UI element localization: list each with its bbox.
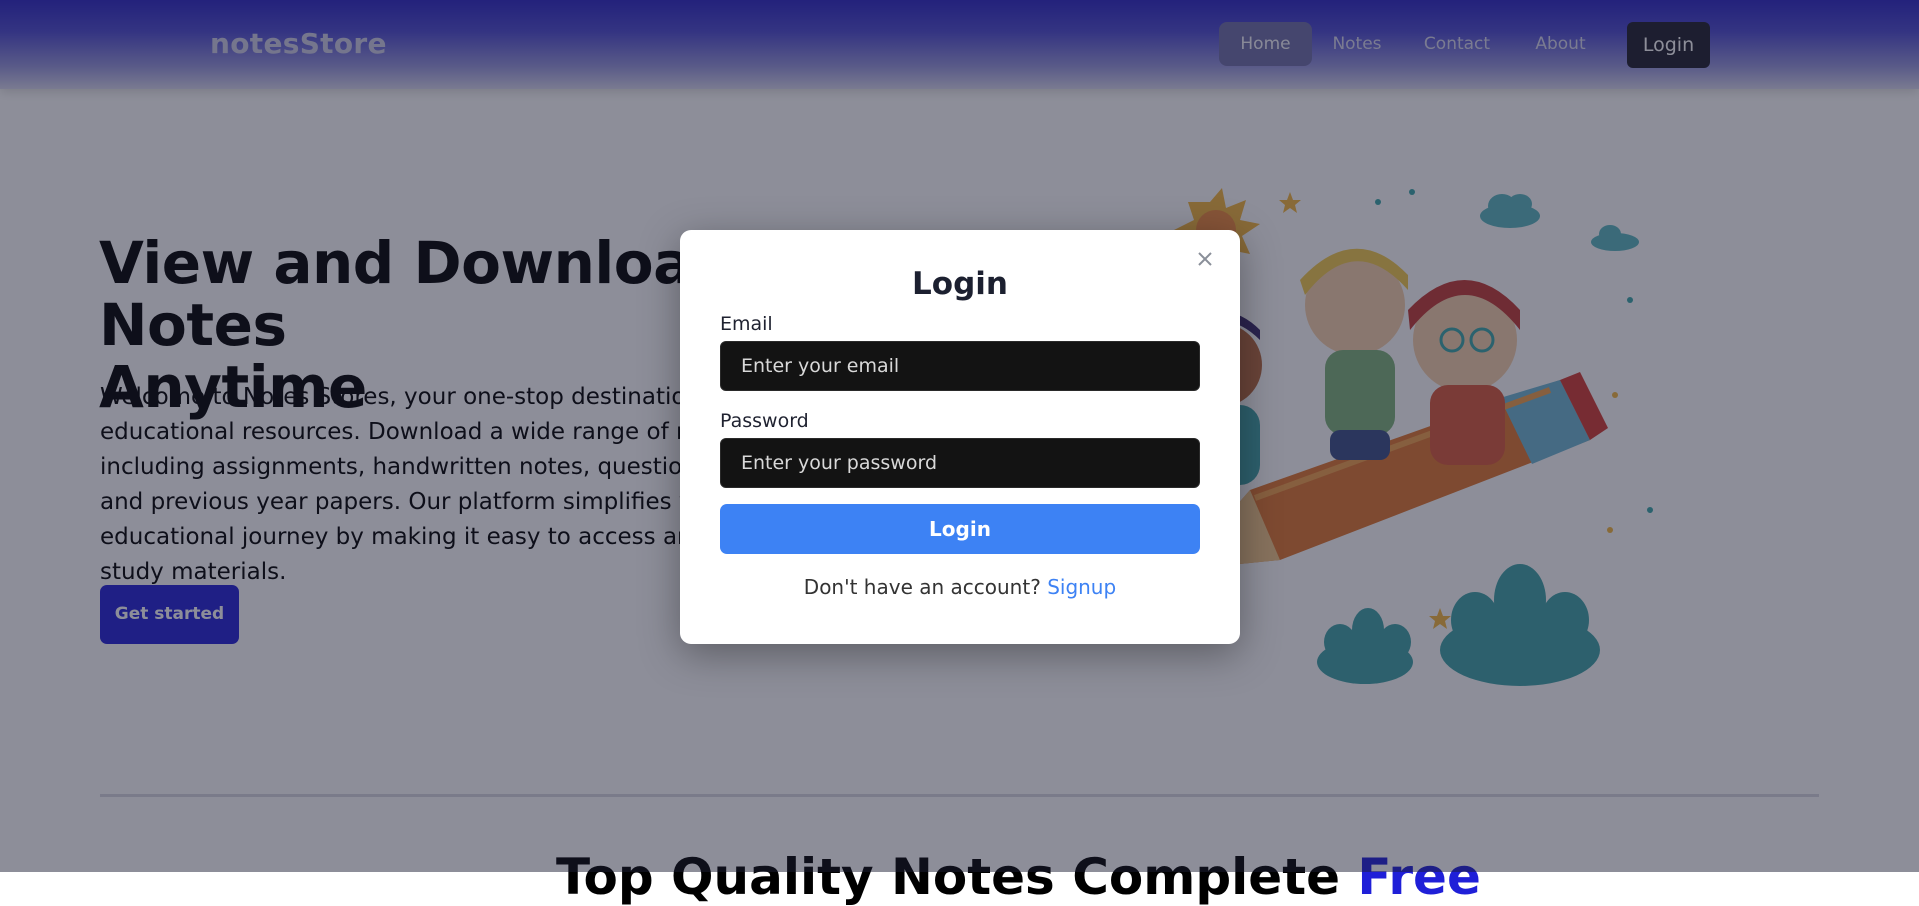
login-modal: Login Email Password Login Don't have an… xyxy=(680,230,1240,644)
password-label: Password xyxy=(720,410,809,432)
login-submit-button[interactable]: Login xyxy=(720,504,1200,554)
signup-link[interactable]: Signup xyxy=(1047,575,1116,599)
signup-row: Don't have an account? Signup xyxy=(680,575,1240,599)
signup-prompt: Don't have an account? xyxy=(803,575,1041,599)
email-label: Email xyxy=(720,313,773,335)
email-field[interactable] xyxy=(720,341,1200,391)
modal-title: Login xyxy=(912,266,1008,302)
password-field[interactable] xyxy=(720,438,1200,488)
